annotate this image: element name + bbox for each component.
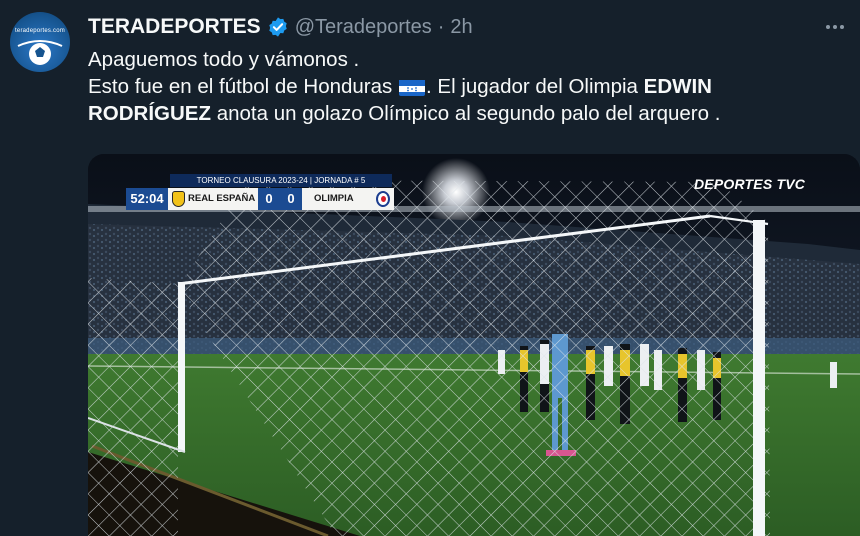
- match-clock: 52:04: [126, 188, 168, 210]
- away-team-name: OLIMPIA: [314, 193, 354, 204]
- account-handle[interactable]: @Teradeportes: [295, 16, 432, 39]
- tweet-line-1: Apaguemos todo y vámonos .: [88, 48, 360, 71]
- separator-dot: ·: [437, 15, 445, 38]
- verified-badge-icon: [268, 17, 287, 37]
- tweet-time[interactable]: 2h: [450, 16, 472, 39]
- tweet-header: TERADEPORTES @Teradeportes · 2h: [88, 12, 473, 42]
- account-name[interactable]: TERADEPORTES: [88, 15, 261, 39]
- tweet-line-2: Esto fue en el fútbol de Honduras . El j…: [88, 73, 828, 127]
- away-score: 0: [280, 188, 302, 210]
- video-media[interactable]: TORNEO CLAUSURA 2023-24 | JORNADA # 5 52…: [88, 154, 860, 536]
- more-options-icon[interactable]: [826, 16, 850, 36]
- tweet[interactable]: teradeportes.com TERADEPORTES @Teradepor…: [0, 0, 860, 536]
- tweet-text-part: . El jugador del Olimpia: [426, 75, 644, 98]
- real-espana-crest-icon: [172, 191, 185, 207]
- away-team: OLIMPIA: [302, 188, 394, 210]
- honduras-flag-icon: [399, 78, 425, 96]
- avatar[interactable]: teradeportes.com: [10, 12, 70, 72]
- home-score: 0: [258, 188, 280, 210]
- avatar-text: teradeportes.com: [15, 28, 65, 34]
- broadcaster-logo: DEPORTES TVC: [694, 176, 806, 192]
- home-team: REAL ESPAÑA: [168, 188, 258, 210]
- tweet-text: Apaguemos todo y vámonos . Esto fue en e…: [88, 46, 828, 127]
- tweet-text-part: anota un golazo Olímpico al segundo palo…: [211, 102, 721, 125]
- home-team-name: REAL ESPAÑA: [188, 193, 256, 204]
- olimpia-crest-icon: [376, 191, 390, 207]
- tweet-text-part: Esto fue en el fútbol de Honduras: [88, 75, 393, 98]
- soccer-ball-icon: [17, 40, 63, 65]
- tournament-label: TORNEO CLAUSURA 2023-24 | JORNADA # 5: [170, 174, 392, 187]
- scoreboard: TORNEO CLAUSURA 2023-24 | JORNADA # 5 52…: [126, 174, 394, 212]
